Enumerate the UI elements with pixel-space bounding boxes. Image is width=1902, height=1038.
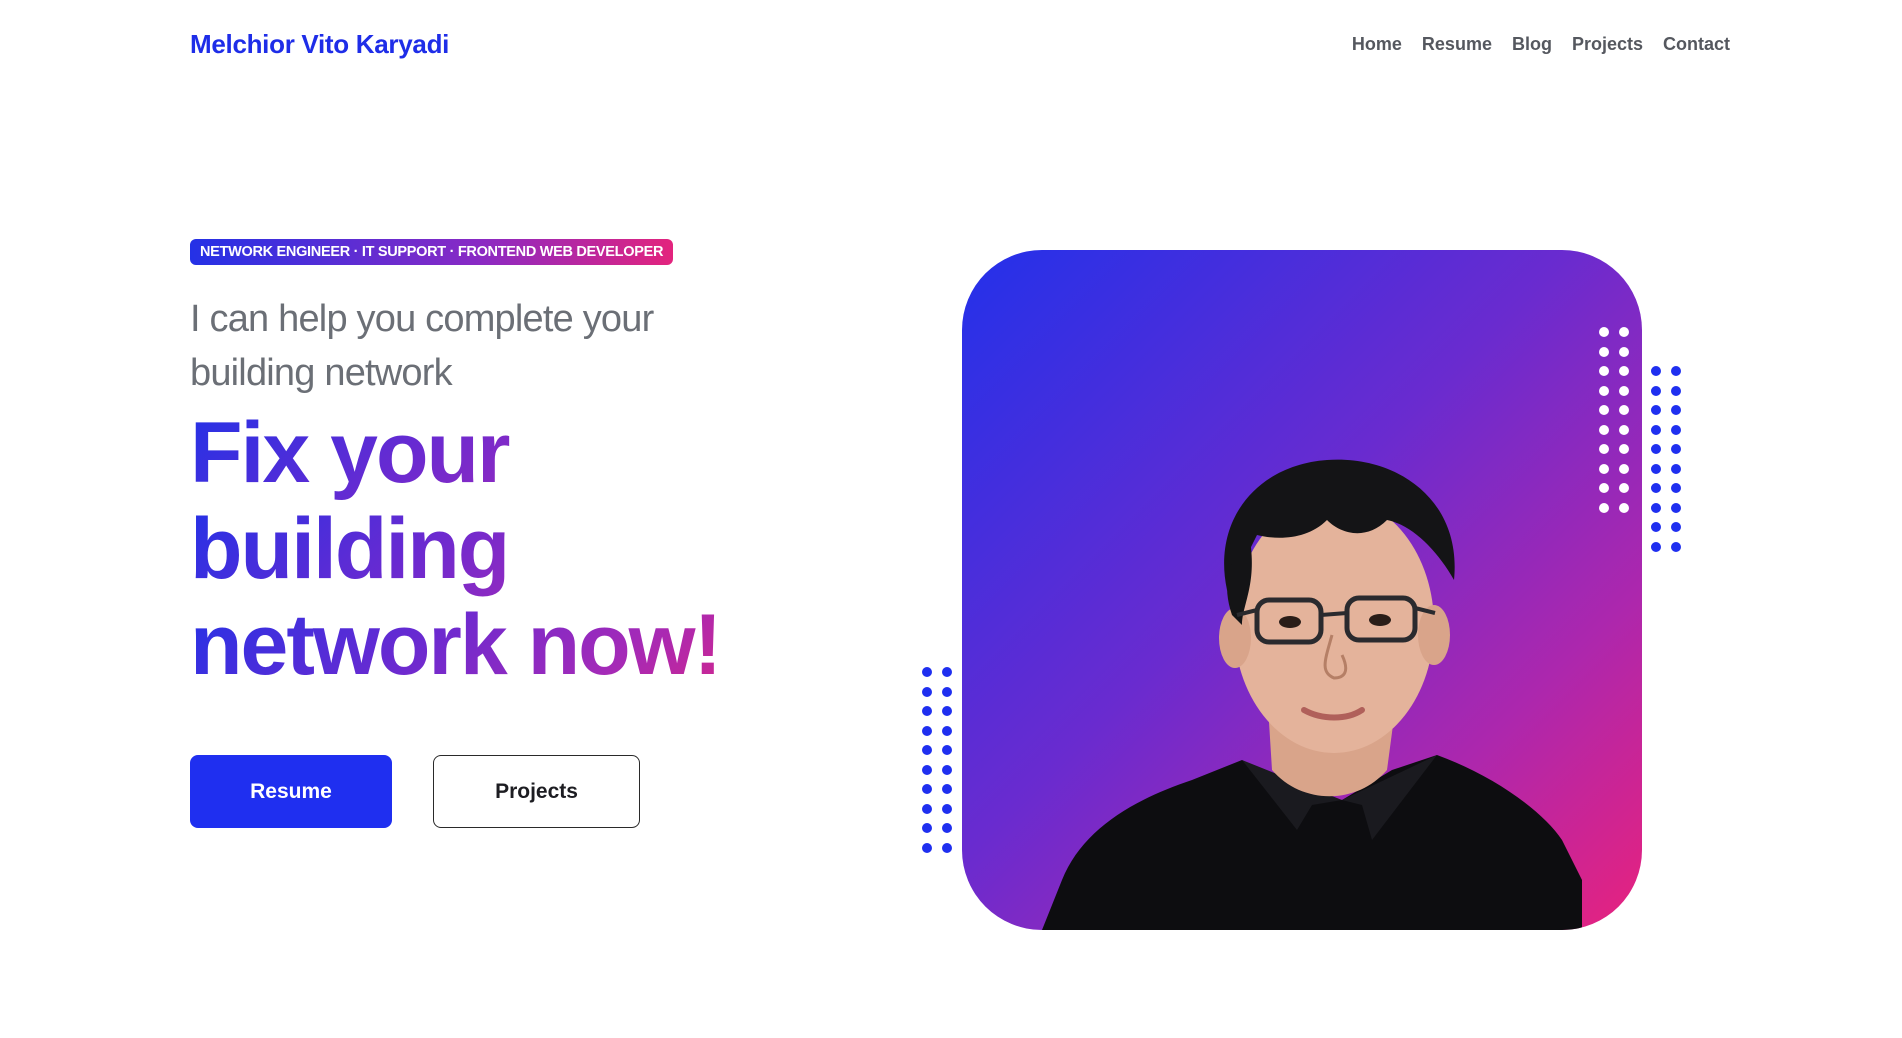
resume-button[interactable]: Resume [190, 755, 392, 828]
decoration-dot [1651, 366, 1661, 376]
dot-grid-decoration-right-outer [1651, 366, 1681, 552]
decoration-dot [1651, 444, 1661, 454]
brand-logo[interactable]: Melchior Vito Karyadi [190, 29, 449, 60]
decoration-dot [1599, 424, 1609, 435]
site-header: Melchior Vito Karyadi Home Resume Blog P… [0, 0, 1902, 90]
decoration-dot [1671, 463, 1681, 474]
decoration-dot [1599, 346, 1609, 357]
dot-grid-decoration-left-outer [922, 667, 952, 853]
profile-photo-card [962, 250, 1642, 930]
headline-line-1: Fix your [190, 405, 790, 501]
role-badge: NETWORK ENGINEER · IT SUPPORT · FRONTEND… [190, 239, 674, 265]
decoration-dot [922, 686, 932, 697]
decoration-dot [1619, 444, 1629, 454]
decoration-dot [1671, 405, 1681, 415]
decoration-dot [1619, 424, 1629, 435]
decoration-dot [1651, 502, 1661, 513]
decoration-dot [942, 667, 952, 677]
decoration-dot [1619, 463, 1629, 474]
hero-subheading: I can help you complete your building ne… [190, 298, 654, 394]
decoration-dot [1651, 385, 1661, 396]
decoration-dot [942, 764, 952, 775]
decoration-dot [1599, 405, 1609, 415]
decoration-dot [1599, 385, 1609, 396]
decoration-dot [1671, 522, 1681, 532]
decoration-dot [1619, 483, 1629, 493]
decoration-dot [922, 803, 932, 814]
nav-item-blog[interactable]: Blog [1512, 34, 1552, 55]
decoration-dot [942, 803, 952, 814]
decoration-dot [1599, 463, 1609, 474]
decoration-dot [1619, 405, 1629, 415]
decoration-dot [1651, 522, 1661, 532]
decoration-dot [942, 745, 952, 755]
decoration-dot [1671, 502, 1681, 513]
decoration-dot [1651, 483, 1661, 493]
decoration-dot [942, 686, 952, 697]
nav-item-home[interactable]: Home [1352, 34, 1402, 55]
profile-photo [1042, 459, 1582, 930]
nav-item-projects[interactable]: Projects [1572, 34, 1643, 55]
nav-item-contact[interactable]: Contact [1663, 34, 1730, 55]
decoration-dot [1671, 483, 1681, 493]
decoration-dot [1619, 385, 1629, 396]
headline-line-2: building [190, 501, 790, 597]
decoration-dot [942, 706, 952, 716]
decoration-dot [1671, 424, 1681, 435]
decoration-dot [1619, 502, 1629, 513]
decoration-dot [922, 784, 932, 794]
decoration-dot [1599, 327, 1609, 337]
decoration-dot [1651, 424, 1661, 435]
headline-line-3: network now! [190, 597, 790, 693]
decoration-dot [922, 842, 932, 853]
decoration-dot [922, 706, 932, 716]
hero-headline: Fix your building network now! [190, 405, 790, 693]
decoration-dot [1671, 366, 1681, 376]
decoration-dot [1671, 541, 1681, 552]
projects-button[interactable]: Projects [433, 755, 640, 828]
decoration-dot [942, 784, 952, 794]
decoration-dot [1599, 444, 1609, 454]
decoration-dot [922, 725, 932, 736]
decoration-dot [942, 823, 952, 833]
decoration-dot [922, 745, 932, 755]
decoration-dot [922, 823, 932, 833]
nav-item-resume[interactable]: Resume [1422, 34, 1492, 55]
decoration-dot [1671, 444, 1681, 454]
decoration-dot [1599, 366, 1609, 376]
decoration-dot [1599, 502, 1609, 513]
decoration-dot [1619, 327, 1629, 337]
main-nav: Home Resume Blog Projects Contact [1352, 34, 1730, 55]
decoration-dot [1651, 463, 1661, 474]
decoration-dot [1651, 541, 1661, 552]
decoration-dot [1651, 405, 1661, 415]
decoration-dot [942, 725, 952, 736]
decoration-dot [1619, 346, 1629, 357]
decoration-dot [942, 842, 952, 853]
decoration-dot [922, 764, 932, 775]
decoration-dot [1619, 366, 1629, 376]
decoration-dot [922, 667, 932, 677]
dot-grid-decoration-right-inner [1599, 327, 1629, 513]
decoration-dot [1671, 385, 1681, 396]
decoration-dot [1599, 483, 1609, 493]
